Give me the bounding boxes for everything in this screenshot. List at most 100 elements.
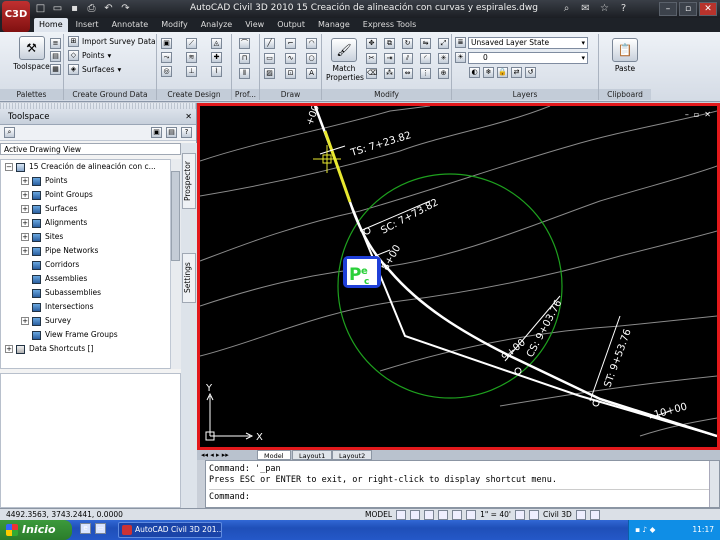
palettes-panel-title[interactable]: Palettes xyxy=(0,89,63,100)
layer-lock-icon[interactable]: 🔒 xyxy=(497,67,508,78)
corridor-icon[interactable]: ≋ xyxy=(186,52,197,63)
rectangle-icon[interactable]: ▭ xyxy=(264,53,275,64)
mirror-icon[interactable]: ⇋ xyxy=(420,38,431,49)
tree-item-intersections[interactable]: Intersections xyxy=(1,300,180,314)
restore-button[interactable]: ▫ xyxy=(679,2,697,16)
annotation-scale-dropdown[interactable]: 1" = 40' xyxy=(480,509,511,520)
workspace-dropdown[interactable]: Civil 3D xyxy=(543,509,572,520)
application-menu-button[interactable]: C3D xyxy=(2,1,30,32)
profile-panel-title[interactable]: Prof... xyxy=(232,89,259,100)
coordinates-readout[interactable]: 4492.3563, 3743.2441, 0.0000 xyxy=(6,509,123,520)
tree-item-corridors[interactable]: Corridors xyxy=(1,258,180,272)
clock[interactable]: 11:17 xyxy=(692,520,714,540)
tree-item-point-groups[interactable]: + Point Groups xyxy=(1,188,180,202)
layer-match-icon[interactable]: ⇄ xyxy=(511,67,522,78)
expand-icon[interactable]: + xyxy=(5,345,13,353)
arc-icon[interactable]: ◠ xyxy=(306,38,317,49)
draw-panel-title[interactable]: Draw xyxy=(260,89,321,100)
trim-icon[interactable]: ✂ xyxy=(366,53,377,64)
tree-item-alignments[interactable]: + Alignments xyxy=(1,216,180,230)
modify-panel-title[interactable]: Modify xyxy=(322,89,451,100)
paste-icon[interactable]: 📋 xyxy=(612,38,638,62)
new-icon[interactable]: □ xyxy=(34,2,47,15)
tab-analyze[interactable]: Analyze xyxy=(196,18,238,32)
layer-previous-icon[interactable]: ↺ xyxy=(525,67,536,78)
tree-item-data-shortcuts[interactable]: + Data Shortcuts [] xyxy=(1,342,180,356)
clean-screen-icon[interactable] xyxy=(589,509,600,520)
undo-icon[interactable]: ↶ xyxy=(102,2,115,15)
assembly-icon[interactable]: ⊥ xyxy=(186,66,197,77)
annotation-visibility-icon[interactable] xyxy=(514,509,525,520)
model-toggle[interactable]: MODEL xyxy=(365,509,392,520)
panorama-icon[interactable]: ▤ xyxy=(50,51,61,62)
drawing-canvas[interactable]: TS: 7+23.82 SC: 7+73.82 8+00 CS: 9+03.76… xyxy=(199,103,718,447)
tab-settings[interactable]: Settings xyxy=(182,253,196,303)
tab-annotate[interactable]: Annotate xyxy=(107,18,154,32)
tab-insert[interactable]: Insert xyxy=(71,18,104,32)
extend-icon[interactable]: ⇥ xyxy=(384,53,395,64)
stretch-icon[interactable]: ⇔ xyxy=(402,68,413,79)
security-icon[interactable]: ◆ xyxy=(650,525,656,534)
toolspace-search-icon[interactable]: ⌕ xyxy=(4,127,15,138)
properties-icon[interactable]: ≡ xyxy=(50,38,61,49)
tab-layout2[interactable]: Layout2 xyxy=(332,450,373,460)
tab-modify[interactable]: Modify xyxy=(156,18,193,32)
tab-output[interactable]: Output xyxy=(272,18,310,32)
scrollbar-thumb[interactable] xyxy=(171,171,180,261)
layer-state-dropdown[interactable]: Unsaved Layer State xyxy=(468,37,588,49)
paste-button-label[interactable]: Paste xyxy=(599,64,651,73)
viewport-restore-icon[interactable]: ▫ xyxy=(694,110,699,119)
tree-item-subassemblies[interactable]: Subassemblies xyxy=(1,286,180,300)
intersection-icon[interactable]: ✚ xyxy=(211,52,222,63)
close-button[interactable]: ✕ xyxy=(699,2,717,16)
clipboard-panel-title[interactable]: Clipboard xyxy=(599,89,651,100)
join-icon[interactable]: ⊕ xyxy=(438,68,449,79)
tab-nav-arrows[interactable]: ◂◂ ◂ ▸ ▸▸ xyxy=(201,450,229,460)
command-prompt[interactable]: Command: xyxy=(209,489,716,503)
viewport-close-icon[interactable]: ✕ xyxy=(704,110,711,119)
tab-prospector[interactable]: Prospector xyxy=(182,153,196,209)
tree-item-surfaces[interactable]: + Surfaces xyxy=(1,202,180,216)
sample-lines-icon[interactable]: ⫴ xyxy=(239,68,250,79)
help-icon[interactable]: ? xyxy=(617,2,630,15)
rotate-icon[interactable]: ↻ xyxy=(402,38,413,49)
start-button[interactable]: Inicio xyxy=(0,520,72,540)
print-icon[interactable]: ⎙ xyxy=(85,2,98,15)
circle-icon[interactable]: ○ xyxy=(306,53,317,64)
array-icon[interactable]: ⁂ xyxy=(384,68,395,79)
hatch-icon[interactable]: ▨ xyxy=(264,68,275,79)
tab-express-tools[interactable]: Express Tools xyxy=(358,18,422,32)
section-icon[interactable]: ⊓ xyxy=(239,53,250,64)
pan-icon[interactable] xyxy=(424,509,435,520)
expand-icon[interactable]: + xyxy=(21,205,29,213)
profile-view-icon[interactable]: ⌇ xyxy=(211,66,222,77)
polyline-icon[interactable]: ⌐ xyxy=(285,38,296,49)
erase-icon[interactable]: ⌫ xyxy=(366,68,377,79)
tab-layout1[interactable]: Layout1 xyxy=(292,450,333,460)
save-icon[interactable]: ▪ xyxy=(68,2,81,15)
tree-root-drawing[interactable]: − 15 Creación de alineación con c... xyxy=(1,160,180,174)
tree-item-sites[interactable]: + Sites xyxy=(1,230,180,244)
expand-icon[interactable]: + xyxy=(21,317,29,325)
toolspace-options-icon[interactable]: ▤ xyxy=(166,127,177,138)
redo-icon[interactable]: ↷ xyxy=(119,2,132,15)
tab-view[interactable]: View xyxy=(240,18,269,32)
showmotion-icon[interactable] xyxy=(466,509,477,520)
network-icon[interactable]: ▪ xyxy=(635,525,640,534)
open-icon[interactable]: ▭ xyxy=(51,2,64,15)
match-properties-icon[interactable]: 🖌 xyxy=(331,38,357,62)
alignment-icon[interactable]: ⤳ xyxy=(161,52,172,63)
profile-icon[interactable]: ⌒ xyxy=(239,38,250,49)
tree-item-view-frame-groups[interactable]: View Frame Groups xyxy=(1,328,180,342)
match-properties-label[interactable]: Match Properties xyxy=(326,64,364,82)
copy-icon[interactable]: ⧉ xyxy=(384,38,395,49)
layer-isolate-icon[interactable]: ◐ xyxy=(469,67,480,78)
feature-line-icon[interactable]: ⟋ xyxy=(186,38,197,49)
text-icon[interactable]: A xyxy=(306,68,317,79)
steering-wheel-icon[interactable] xyxy=(452,509,463,520)
viewport-minimize-icon[interactable]: – xyxy=(685,110,689,119)
explode-icon[interactable]: ✳ xyxy=(438,53,449,64)
points-menu[interactable]: ◇ Points ▾ xyxy=(64,48,156,62)
move-icon[interactable]: ✥ xyxy=(366,38,377,49)
communication-icon[interactable]: ✉ xyxy=(579,2,592,15)
